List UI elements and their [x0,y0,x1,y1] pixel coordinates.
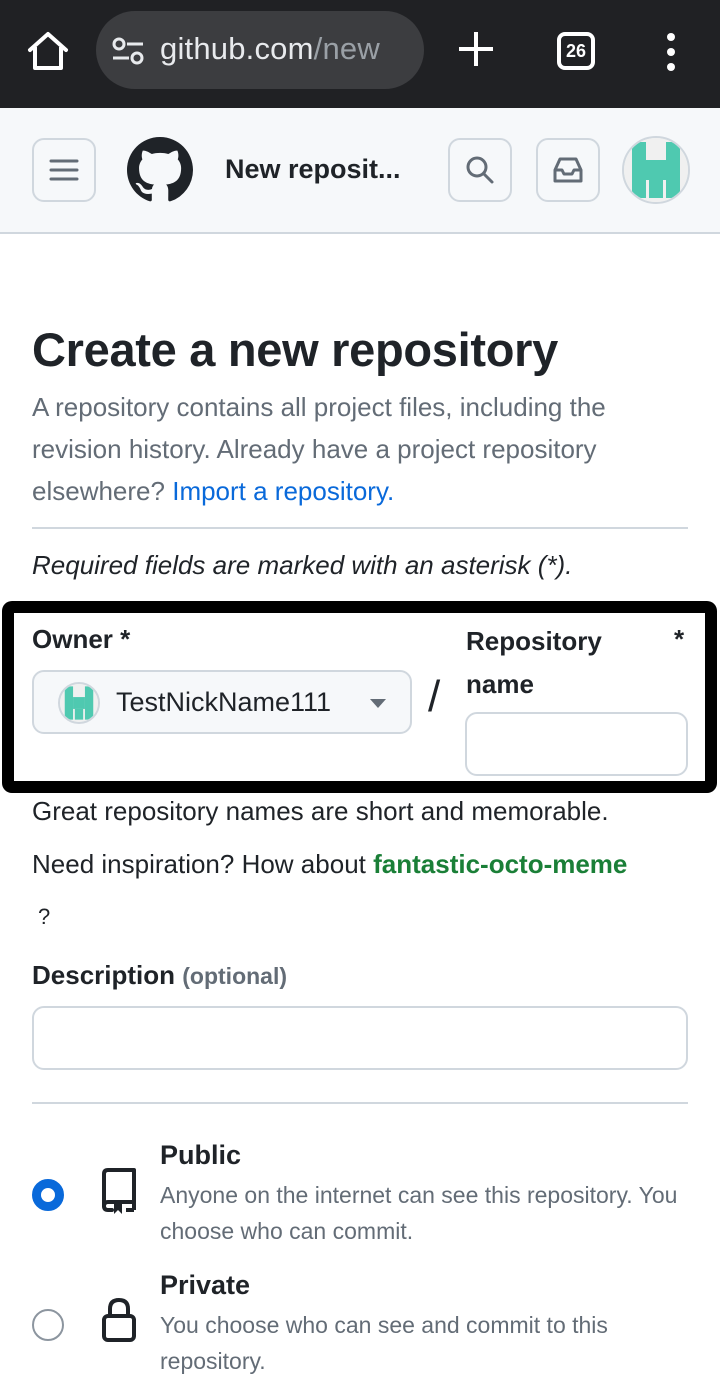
url-host: github.com [160,31,314,66]
inspiration-suffix: ? [38,904,51,929]
owner-dropdown[interactable]: TestNickName111 [32,670,412,734]
private-description: You choose who can see and commit to thi… [160,1312,608,1374]
browser-toolbar: github.com/new 26 [0,0,720,108]
public-title: Public [160,1140,242,1170]
address-bar[interactable]: github.com/new [96,11,424,89]
home-icon[interactable] [26,30,70,72]
inbox-button[interactable] [536,138,600,202]
identicon-icon [624,138,688,202]
repository-name-label: Repository name [466,626,602,699]
user-avatar[interactable] [622,136,690,204]
lock-icon [102,1297,136,1342]
intro-text: A repository contains all project files,… [32,386,688,512]
private-title: Private [160,1270,251,1300]
header-title: New reposit... [225,154,401,184]
public-radio[interactable] [32,1179,64,1211]
search-button[interactable] [448,138,512,202]
caret-down-icon [370,699,386,708]
github-header: New reposit... [0,108,720,234]
required-asterisk: * [674,624,685,654]
identicon-icon [60,684,98,722]
description-label-text: Description [32,960,176,990]
description-input[interactable] [32,1006,688,1070]
required-fields-note: Required fields are marked with an aster… [32,550,573,580]
menu-button[interactable] [32,138,96,202]
public-description: Anyone on the internet can see this repo… [160,1182,678,1244]
repo-icon [102,1168,136,1214]
repository-name-input[interactable] [465,712,688,776]
owner-label: Owner * [32,624,131,654]
owner-name: TestNickName111 [116,687,332,717]
repo-name-hint: Great repository names are short and mem… [32,796,609,826]
divider [32,527,688,529]
page-title: Create a new repository [32,323,558,376]
owner-avatar [58,682,100,724]
new-tab-icon[interactable] [456,29,496,69]
hamburger-icon [49,159,79,181]
url-text: github.com/new [160,31,380,67]
inbox-icon [553,157,583,183]
private-radio[interactable] [32,1309,64,1341]
suggested-repo-name[interactable]: fantastic-octo-meme [373,849,627,879]
import-repository-link[interactable]: Import a repository. [172,476,394,506]
inspiration-prefix: Need inspiration? How about [32,849,366,879]
inspiration-hint: Need inspiration? How about fantastic-oc… [32,849,627,880]
search-icon [466,156,494,184]
owner-repo-separator: / [428,672,441,721]
url-path: /new [313,31,380,66]
tab-switcher-button[interactable]: 26 [557,32,595,70]
divider [32,1102,688,1104]
site-settings-icon[interactable] [112,37,144,65]
github-logo-icon[interactable] [127,137,193,203]
more-options-icon[interactable] [664,32,678,72]
description-label: Description (optional) [32,960,287,991]
optional-tag: (optional) [182,963,288,989]
